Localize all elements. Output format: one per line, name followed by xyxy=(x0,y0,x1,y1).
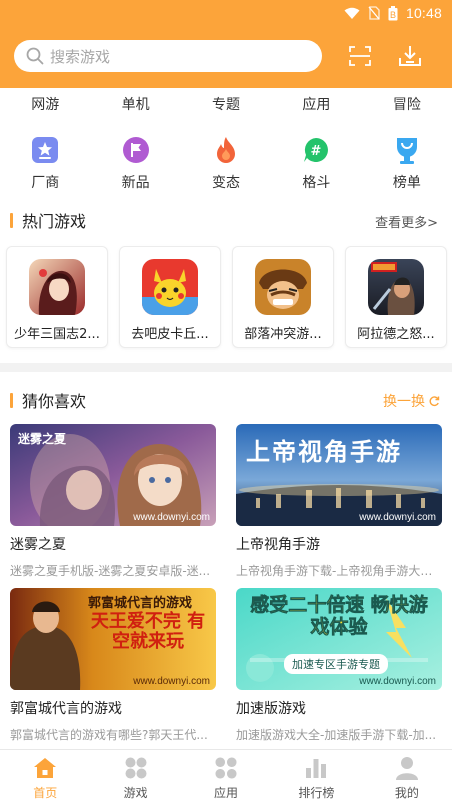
icon-categories: 厂商 新品 变态 # 格斗 榜单 xyxy=(0,130,452,196)
refresh-label: 换一换 xyxy=(383,394,425,410)
search-placeholder: 搜索游戏 xyxy=(50,47,111,66)
no-sim-icon xyxy=(368,6,380,20)
guess-item-desc: 郭富城代言的游戏有哪些?郭天王代... xyxy=(10,728,208,742)
search-input[interactable]: 搜索游戏 xyxy=(14,40,322,72)
guess-card[interactable]: 郭富城代言的游戏 天王爱不完 有空就来玩 www.downyi.com 郭富城代… xyxy=(10,588,216,743)
bottom-nav: 首页 游戏 应用 排行榜 我的 xyxy=(0,749,452,803)
scan-icon xyxy=(349,46,371,66)
flame-icon xyxy=(211,135,241,165)
hot-game-card[interactable]: 少年三国志2... xyxy=(6,246,108,348)
hot-game-card[interactable]: 去吧皮卡丘... xyxy=(119,246,221,348)
guess-item-desc: 加速版游戏大全-加速版手游下载-加... xyxy=(236,728,437,742)
category-online[interactable]: 网游 xyxy=(0,88,90,122)
category-adventure[interactable]: 冒险 xyxy=(362,88,452,122)
category-apps[interactable]: 应用 xyxy=(271,88,361,122)
apps-icon xyxy=(214,756,238,780)
game-icon-clash xyxy=(255,259,311,315)
guess-item-title: 上帝视角手游 xyxy=(236,537,320,553)
grid-dots-icon xyxy=(124,756,148,780)
guess-item-desc: 上帝视角手游下载-上帝视角手游大全... xyxy=(236,564,442,578)
section-accent-bar xyxy=(10,392,13,408)
guess-banner-speedup: 感受二十倍速 畅快游戏体验 加速专区手游专题 www.downyi.com xyxy=(236,588,442,690)
nav-profile[interactable]: 我的 xyxy=(362,750,452,803)
icon-category-ranking[interactable]: 榜单 xyxy=(362,130,452,196)
guess-banner-miwu: 迷雾之夏 www.downyi.com xyxy=(10,424,216,526)
game-name: 少年三国志2... xyxy=(14,327,100,342)
bar-chart-icon xyxy=(304,756,328,780)
clock: 10:48 xyxy=(405,5,442,21)
status-bar: B 10:48 xyxy=(344,3,442,23)
refresh-button[interactable]: 换一换 xyxy=(383,391,440,411)
icon-category-fighting[interactable]: # 格斗 xyxy=(271,130,361,196)
guess-item-title: 加速版游戏 xyxy=(236,701,306,717)
wifi-icon xyxy=(344,7,360,19)
section-accent-bar xyxy=(10,212,13,228)
guess-header: 猜你喜欢 xyxy=(10,389,86,411)
app-screen: B 10:48 搜索游戏 网游 单机 专题 应用 冒险 厂商 新品 变态 # 格… xyxy=(0,0,452,803)
hot-games-header: 热门游戏 xyxy=(10,209,86,231)
icon-category-new[interactable]: 新品 xyxy=(90,130,180,196)
nav-apps[interactable]: 应用 xyxy=(181,750,271,803)
guess-card[interactable]: 感受二十倍速 畅快游戏体验 加速专区手游专题 www.downyi.com 加速… xyxy=(236,588,442,743)
hot-game-card[interactable]: 部落冲突游... xyxy=(232,246,334,348)
guess-title: 猜你喜欢 xyxy=(22,392,87,411)
icon-category-modded[interactable]: 变态 xyxy=(181,130,271,196)
nav-games[interactable]: 游戏 xyxy=(90,750,180,803)
trophy-icon xyxy=(392,135,422,165)
game-icon-pikachu xyxy=(142,259,198,315)
guess-item-desc: 迷雾之夏手机版-迷雾之夏安卓版-迷... xyxy=(10,564,211,578)
nav-ranking[interactable]: 排行榜 xyxy=(271,750,361,803)
game-name: 阿拉德之怒... xyxy=(357,327,435,342)
refresh-icon xyxy=(429,396,440,407)
flag-icon xyxy=(121,135,151,165)
nav-home[interactable]: 首页 xyxy=(0,750,90,803)
user-icon xyxy=(395,756,419,780)
section-divider xyxy=(0,363,452,372)
category-topics[interactable]: 专题 xyxy=(181,88,271,122)
star-badge-icon xyxy=(30,135,60,165)
hot-games-list: 少年三国志2... 去吧皮卡丘... 部落冲突游... 阿拉德之怒... xyxy=(6,246,452,348)
guess-banner-shangdi: 上帝视角手游 www.downyi.com xyxy=(236,424,442,526)
category-single[interactable]: 单机 xyxy=(90,88,180,122)
svg-text:B: B xyxy=(390,10,396,20)
game-icon-sanguozhi xyxy=(29,259,85,315)
home-icon xyxy=(33,756,57,780)
game-name: 部落冲突游... xyxy=(244,327,322,342)
search-icon xyxy=(26,47,44,65)
game-icon-alade xyxy=(368,259,424,315)
see-more-link[interactable]: 查看更多> xyxy=(375,212,438,231)
guess-card[interactable]: 上帝视角手游 www.downyi.com 上帝视角手游 上帝视角手游下载-上帝… xyxy=(236,424,442,579)
guess-item-title: 迷雾之夏 xyxy=(10,537,66,553)
guess-item-title: 郭富城代言的游戏 xyxy=(10,701,122,717)
guess-banner-guofucheng: 郭富城代言的游戏 天王爱不完 有空就来玩 www.downyi.com xyxy=(10,588,216,690)
icon-category-vendor[interactable]: 厂商 xyxy=(0,130,90,196)
category-tabs: 网游 单机 专题 应用 冒险 xyxy=(0,88,452,122)
hashtag-chat-icon: # xyxy=(301,135,331,165)
svg-text:#: # xyxy=(311,144,322,159)
hot-game-card[interactable]: 阿拉德之怒... xyxy=(345,246,447,348)
download-icon xyxy=(399,46,421,66)
game-name: 去吧皮卡丘... xyxy=(131,327,209,342)
download-button[interactable] xyxy=(396,42,424,70)
scan-button[interactable] xyxy=(346,42,374,70)
battery-icon: B xyxy=(388,5,398,20)
header: B 10:48 搜索游戏 xyxy=(0,0,452,88)
guess-card[interactable]: 迷雾之夏 www.downyi.com 迷雾之夏 迷雾之夏手机版-迷雾之夏安卓版… xyxy=(10,424,216,579)
hot-games-title: 热门游戏 xyxy=(22,212,87,231)
